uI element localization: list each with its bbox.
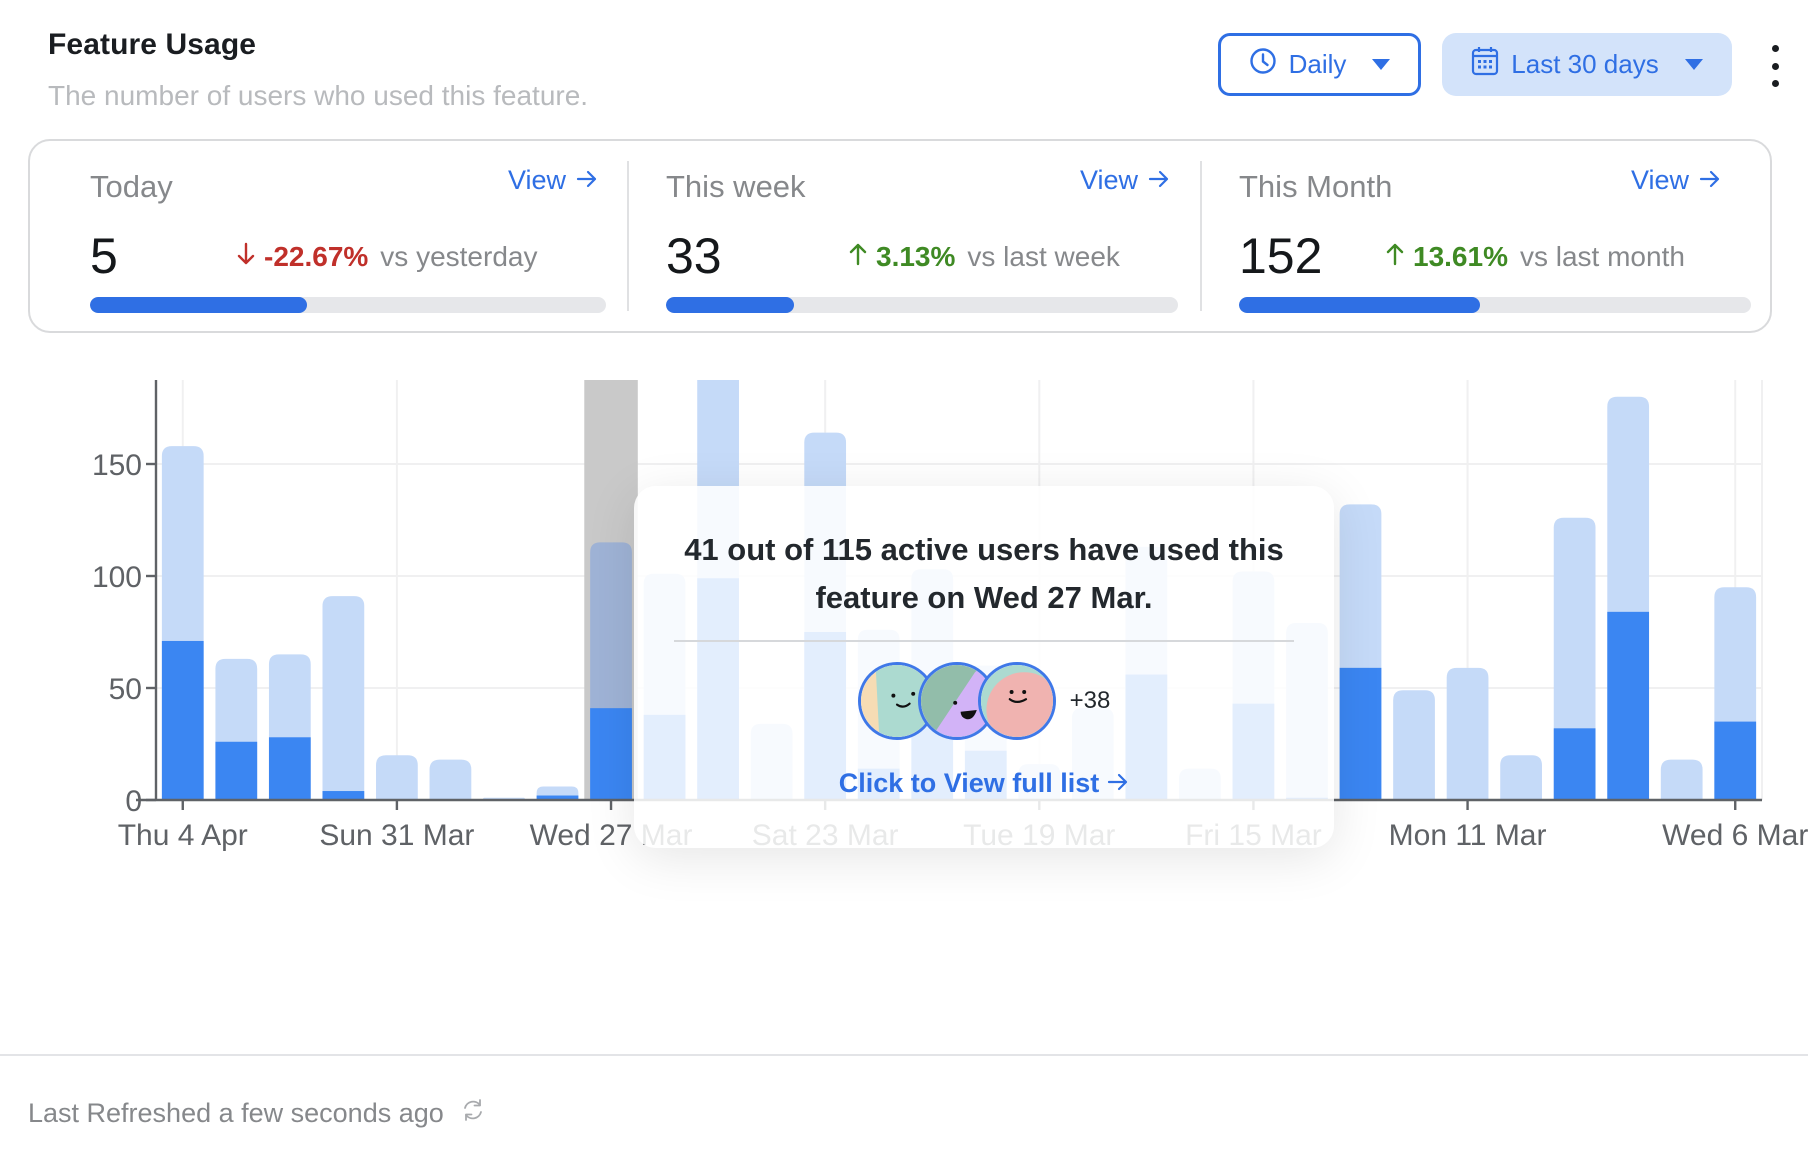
footer-divider — [0, 1054, 1808, 1056]
bar-feature-users — [215, 741, 258, 800]
bar-active-users — [322, 596, 365, 800]
stat-change: 13.61% vs last month — [1385, 241, 1685, 273]
view-full-list-label: Click to View full list — [838, 768, 1100, 798]
arrow-down-icon — [236, 241, 256, 273]
change-percent: 13.61% — [1413, 241, 1508, 272]
change-percent: 3.13% — [876, 241, 956, 272]
bar-feature-users — [590, 708, 632, 800]
card-subtitle: The number of users who used this featur… — [48, 80, 589, 111]
bar-active-users — [429, 759, 472, 800]
y-tick-label: 50 — [109, 673, 142, 706]
change-percent: -22.67% — [264, 241, 369, 272]
stat-value: 33 — [666, 228, 722, 284]
view-label: View — [508, 165, 567, 195]
granularity-label: Daily — [1288, 49, 1347, 79]
progress-fill — [1239, 297, 1480, 313]
bar-feature-users — [268, 737, 311, 800]
card-title: Feature Usage — [48, 28, 257, 61]
bar-feature-users — [1714, 721, 1757, 800]
last-refreshed-text: Last Refreshed a few seconds ago — [28, 1098, 444, 1128]
stats-panel: Today View 5 -22.67% vs yesterday This w… — [28, 139, 1772, 333]
more-vertical-icon[interactable] — [1763, 45, 1787, 87]
y-tick-label: 0 — [125, 785, 142, 818]
stat-label: Today — [90, 169, 173, 204]
chevron-down-icon — [1372, 59, 1391, 70]
chart-tooltip: 41 out of 115 active users have used thi… — [634, 486, 1334, 848]
footer: Last Refreshed a few seconds ago — [28, 1097, 486, 1130]
bar-active-users — [1660, 759, 1703, 800]
progress-bar — [1239, 297, 1751, 313]
bar-feature-users — [161, 640, 204, 800]
bar-feature-users — [322, 791, 365, 800]
bar-active-users — [1393, 690, 1435, 800]
avatar-stack: +38 — [634, 662, 1334, 740]
date-range-label: Last 30 days — [1511, 49, 1659, 79]
y-tick-label: 150 — [92, 449, 142, 482]
card-header: Feature Usage The number of users who us… — [48, 28, 588, 112]
stat-value: 5 — [90, 228, 118, 284]
bar-active-users — [376, 755, 418, 800]
bar-feature-users — [1553, 728, 1596, 800]
stat-change: -22.67% vs yesterday — [236, 241, 537, 273]
stat-label: This week — [666, 169, 806, 204]
progress-bar — [666, 297, 1178, 313]
bar-active-users — [1500, 755, 1542, 800]
avatar[interactable] — [977, 662, 1056, 740]
view-full-list-link[interactable]: Click to View full list — [634, 768, 1334, 799]
change-context: vs last month — [1519, 241, 1685, 272]
view-label: View — [1631, 165, 1690, 195]
arrow-right-icon — [1699, 165, 1721, 196]
change-context: vs yesterday — [380, 241, 538, 272]
chevron-down-icon — [1684, 59, 1703, 70]
arrow-up-icon — [848, 241, 868, 273]
bar-feature-users — [1339, 667, 1382, 800]
refresh-icon[interactable] — [460, 1097, 486, 1130]
calendar-icon — [1471, 46, 1499, 83]
tooltip-text: 41 out of 115 active users have used thi… — [684, 532, 1284, 615]
stat-this-week: This week View 33 3.13% vs last week — [628, 141, 1202, 331]
tooltip-divider — [674, 640, 1294, 642]
change-context: vs last week — [967, 241, 1120, 272]
bar-feature-users — [1607, 611, 1650, 800]
x-tick-label: Thu 4 Apr — [118, 819, 248, 852]
smiley-avatar-icon — [980, 665, 1053, 737]
bar-active-users — [1446, 667, 1489, 800]
view-today-link[interactable]: View — [508, 165, 598, 196]
view-month-link[interactable]: View — [1631, 165, 1721, 196]
more-users-count: +38 — [1069, 687, 1111, 714]
x-tick-label: Sun 31 Mar — [319, 819, 474, 852]
date-range-dropdown[interactable]: Last 30 days — [1442, 33, 1732, 96]
clock-icon — [1249, 47, 1277, 82]
arrow-right-icon — [1107, 768, 1129, 799]
x-tick-label: Mon 11 Mar — [1389, 819, 1547, 852]
stat-this-month: This Month View 152 13.61% vs last month — [1201, 141, 1774, 331]
progress-fill — [90, 297, 307, 313]
arrow-up-icon — [1385, 241, 1405, 273]
stat-change: 3.13% vs last week — [848, 241, 1120, 273]
progress-fill — [666, 297, 794, 313]
stat-label: This Month — [1239, 169, 1393, 204]
view-label: View — [1080, 165, 1139, 195]
arrow-right-icon — [576, 165, 598, 196]
progress-bar — [90, 297, 606, 313]
stat-today: Today View 5 -22.67% vs yesterday — [30, 141, 608, 331]
x-tick-label: Wed 6 Mar — [1662, 819, 1808, 852]
stat-value: 152 — [1239, 228, 1323, 284]
header-controls: Daily Last 30 days — [1208, 33, 1808, 97]
view-week-link[interactable]: View — [1080, 165, 1170, 196]
y-tick-label: 100 — [92, 561, 142, 594]
granularity-dropdown[interactable]: Daily — [1218, 33, 1421, 96]
arrow-right-icon — [1148, 165, 1170, 196]
